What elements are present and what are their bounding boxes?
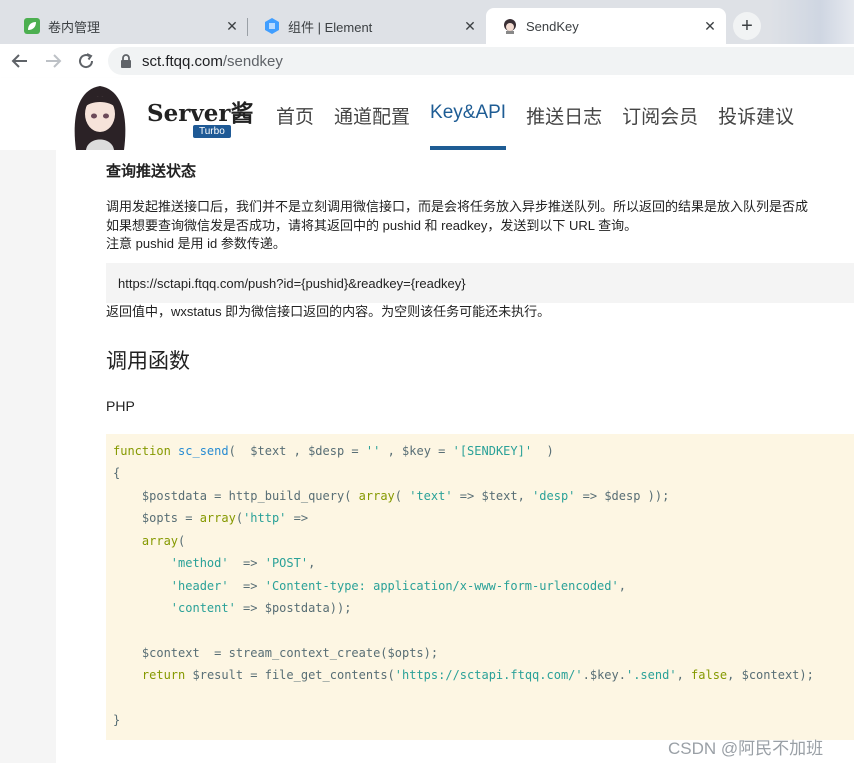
leaf-icon <box>24 18 40 34</box>
lock-icon[interactable] <box>120 54 132 68</box>
brand-logo[interactable]: Server酱 <box>147 94 253 128</box>
paragraph: 返回值中，wxstatus 即为微信接口返回的内容。为空则该任务可能还未执行。 <box>106 304 551 319</box>
tab-sendkey[interactable]: SendKey ✕ <box>486 8 726 44</box>
language-label: PHP <box>106 398 135 414</box>
reload-button[interactable] <box>73 48 99 74</box>
nav-key-api[interactable]: Key&API <box>430 102 507 150</box>
address-bar[interactable]: sct.ftqq.com/sendkey <box>108 47 854 75</box>
site-header: Server酱 Turbo 首页 通道配置 Key&API 推送日志 订阅会员 … <box>0 78 854 150</box>
section-title: 查询推送状态 <box>106 163 197 180</box>
close-icon[interactable]: ✕ <box>222 16 242 36</box>
arrow-right-icon <box>46 54 62 68</box>
tab-element[interactable]: 组件 | Element ✕ <box>248 8 486 44</box>
main-content: 查询推送状态 调用发起推送接口后，我们并不是立刻调用微信接口，而是会将任务放入异… <box>56 150 854 763</box>
nav-channel-config[interactable]: 通道配置 <box>334 102 410 150</box>
forward-button[interactable] <box>40 48 66 74</box>
mascot-avatar[interactable] <box>66 80 134 150</box>
main-nav: 首页 通道配置 Key&API 推送日志 订阅会员 投诉建议 <box>276 102 814 150</box>
code-line: $postdata = http_build_query( array( 'te… <box>113 489 670 503</box>
code-line: $opts = array('http' => <box>113 511 309 525</box>
tab-title: SendKey <box>526 18 579 34</box>
code-line: return $result = file_get_contents('http… <box>141 668 814 682</box>
paragraph: 如果想要查询微信发是否成功，请将其返回中的 pushid 和 readkey，发… <box>106 218 638 233</box>
code-line: function sc_send( $text , $desp = '' , $… <box>113 444 554 458</box>
avatar-icon <box>504 19 516 34</box>
query-url-code: https://sctapi.ftqq.com/push?id={pushid}… <box>106 263 854 303</box>
code-line: array( <box>141 534 186 548</box>
close-icon[interactable]: ✕ <box>700 16 720 36</box>
query-url-text: https://sctapi.ftqq.com/push?id={pushid}… <box>118 275 466 291</box>
php-code-block: function sc_send( $text , $desp = '' , $… <box>106 434 854 740</box>
paragraph: 注意 pushid 是用 id 参数传递。 <box>106 236 286 251</box>
arrow-left-icon <box>11 54 27 68</box>
code-line: { <box>113 466 121 480</box>
watermark: CSDN @阿民不加班 <box>668 739 824 758</box>
nav-push-log[interactable]: 推送日志 <box>526 102 602 150</box>
code-line: 'content' => $postdata)); <box>170 601 352 615</box>
element-icon <box>265 18 279 34</box>
url-path: /sendkey <box>222 52 283 70</box>
tab-juannei[interactable]: 卷内管理 ✕ <box>8 8 248 44</box>
turbo-badge: Turbo <box>193 125 231 138</box>
browser-toolbar: sct.ftqq.com/sendkey <box>0 44 854 78</box>
page-gutter <box>0 150 56 763</box>
nav-home[interactable]: 首页 <box>276 102 314 150</box>
code-line: $context = stream_context_create($opts); <box>113 646 439 660</box>
url-text: sct.ftqq.com/sendkey <box>142 53 283 70</box>
new-tab-button[interactable]: + <box>733 12 761 40</box>
url-host: sct.ftqq.com <box>142 52 223 70</box>
close-icon[interactable]: ✕ <box>460 16 480 36</box>
tab-title: 组件 | Element <box>288 19 373 35</box>
nav-membership[interactable]: 订阅会员 <box>622 102 698 150</box>
window-frame-background <box>770 0 854 44</box>
tab-title: 卷内管理 <box>48 19 101 35</box>
back-button[interactable] <box>7 48 33 74</box>
reload-icon <box>79 53 94 69</box>
nav-feedback[interactable]: 投诉建议 <box>718 102 794 150</box>
browser-tab-strip: 卷内管理 ✕ 组件 | Element ✕ SendKey ✕ + <box>0 0 854 44</box>
section-heading: 调用函数 <box>106 350 190 373</box>
code-line: 'header' => 'Content-type: application/x… <box>170 579 626 593</box>
code-line: } <box>113 713 121 727</box>
paragraph: 调用发起推送接口后，我们并不是立刻调用微信接口，而是会将任务放入异步推送队列。所… <box>106 199 809 214</box>
code-line: 'method' => 'POST', <box>170 556 316 570</box>
